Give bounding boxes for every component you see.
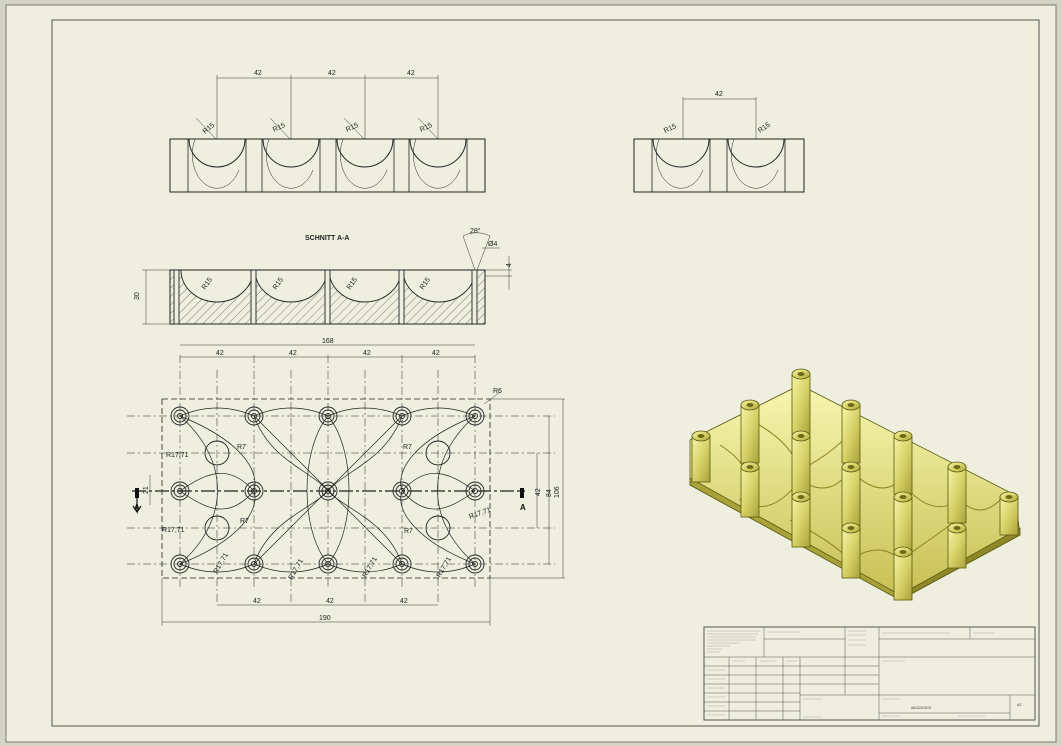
section-depth: 4 [506, 263, 513, 267]
section-hole: Ø4 [488, 241, 497, 248]
section-height: 30 [134, 292, 141, 300]
plan-bottom-3: 42 [400, 598, 408, 605]
plan-inner-radius-2: R7 [403, 444, 412, 451]
top-dim-3: 42 [407, 70, 415, 77]
top-dim-1: 42 [254, 70, 262, 77]
plan-right-3: 106 [554, 486, 561, 498]
section-title: SCHNITT A-A [305, 235, 349, 242]
paper [5, 4, 1057, 743]
plan-overall-bottom: 190 [319, 615, 331, 622]
plan-overall-top: 168 [322, 338, 334, 345]
plan-top-4: 42 [432, 350, 440, 357]
plan-edge-radius-2: R17,71 [162, 527, 185, 534]
plan-left-dim: 21 [143, 486, 150, 494]
plan-inner-radius-4: R7 [404, 528, 413, 535]
plan-edge-radius-1: R17,71 [166, 452, 189, 459]
plan-top-2: 42 [289, 350, 297, 357]
plan-bottom-1: 42 [253, 598, 261, 605]
plan-bottom-2: 42 [326, 598, 334, 605]
top-dim-2: 42 [328, 70, 336, 77]
drawing-number: 0612201513 [911, 706, 931, 710]
section-marker-left: A [134, 503, 140, 512]
sheet-size: A2 [1017, 703, 1021, 707]
plan-inner-radius-3: R7 [240, 518, 249, 525]
side-dim: 42 [715, 91, 723, 98]
section-angle: 28° [470, 227, 481, 235]
drawing-sheet: 42 42 42 R15 R15 R15 R15 42 R15 R15 SCHN… [5, 4, 1057, 743]
plan-top-1: 42 [216, 350, 224, 357]
section-marker-right: A [520, 503, 526, 512]
plan-right-1: 42 [535, 488, 542, 496]
plan-corner-radius: R6 [493, 388, 502, 395]
plan-top-3: 42 [363, 350, 371, 357]
plan-right-2: 84 [546, 489, 553, 497]
plan-inner-radius-1: R7 [237, 444, 246, 451]
